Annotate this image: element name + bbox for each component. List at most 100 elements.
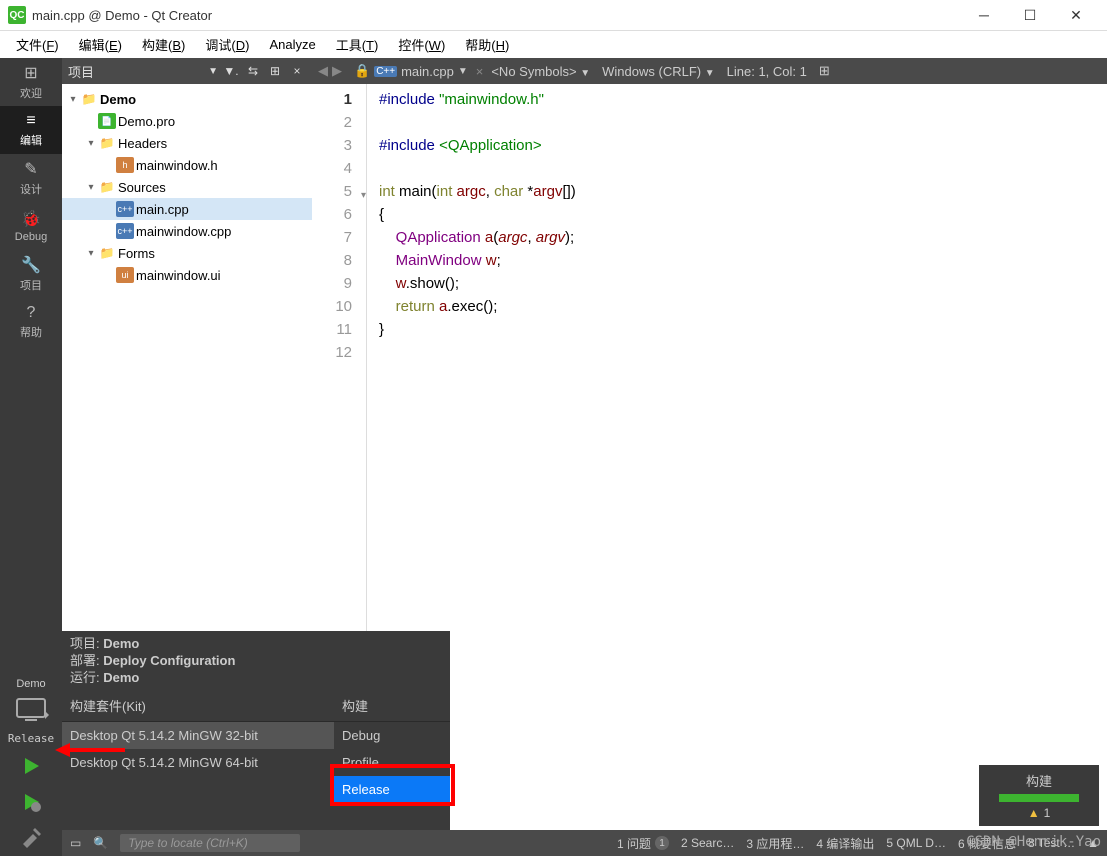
output-pane-toggle-icon[interactable]: ▭ <box>70 836 81 850</box>
editor-toolbar: ◀ ▶ 🔒 C++ main.cpp ▼ × <No Symbols> ▼ Wi… <box>312 58 1107 84</box>
subfolder-icon: 📁 <box>98 135 116 151</box>
ui-icon: ui <box>116 267 134 283</box>
dropdown-icon[interactable]: ▼ <box>208 66 218 77</box>
run-debug-button[interactable] <box>0 784 62 820</box>
title-bar: QC main.cpp @ Demo - Qt Creator ─ ☐ ✕ <box>0 0 1107 31</box>
symbols-dropdown[interactable]: <No Symbols> ▼ <box>485 64 596 79</box>
qt-logo-icon: QC <box>8 6 26 24</box>
mode-debug[interactable]: 🐞Debug <box>0 202 62 250</box>
build-progress-label: 构建 <box>999 771 1079 790</box>
status-search[interactable]: 2 Searc… <box>681 836 734 850</box>
maximize-button[interactable]: ☐ <box>1007 0 1053 31</box>
build-progress-indicator[interactable]: 构建 ▲ 1 <box>979 765 1099 826</box>
tree-item-main-cpp[interactable]: c++main.cpp <box>62 198 312 220</box>
mode-project[interactable]: 🔧项目 <box>0 250 62 298</box>
menu-tools[interactable]: 工具(T) <box>328 33 387 56</box>
tree-item-mainwindow-cpp[interactable]: c++mainwindow.cpp <box>62 220 312 242</box>
play-debug-icon <box>19 790 43 814</box>
menu-widgets[interactable]: 控件(W) <box>390 33 453 56</box>
minimize-button[interactable]: ─ <box>961 0 1007 31</box>
nav-forward-icon[interactable]: ▶ <box>332 63 342 79</box>
target-selector[interactable] <box>0 694 62 728</box>
mode-welcome[interactable]: ⊞欢迎 <box>0 58 62 106</box>
kit-build-popup: 项目: Demo 部署: Deploy Configuration 运行: De… <box>62 631 450 830</box>
tree-item-demo-pro[interactable]: 📄Demo.pro <box>62 110 312 132</box>
mode-design[interactable]: ✎设计 <box>0 154 62 202</box>
status-qml[interactable]: 5 QML D… <box>886 836 946 850</box>
h-icon: h <box>116 157 134 173</box>
filter-icon[interactable]: ▼. <box>222 64 240 78</box>
status-appoutput[interactable]: 3 应用程… <box>746 835 804 852</box>
popup-info: 项目: Demo 部署: Deploy Configuration 运行: De… <box>62 631 450 690</box>
file-dropdown-icon[interactable]: ▼ <box>458 66 468 77</box>
watermark: CSDN @Henrik-Yao <box>966 834 1101 850</box>
list-icon: ≡ <box>26 112 35 130</box>
build-button[interactable] <box>0 820 62 856</box>
warning-icon: ▲ <box>1028 806 1040 820</box>
encoding-dropdown[interactable]: Windows (CRLF) ▼ <box>596 64 721 79</box>
monitor-icon <box>13 697 49 725</box>
cursor-position: Line: 1, Col: 1 <box>721 64 813 79</box>
status-bar: ▭ 🔍 Type to locate (Ctrl+K) 1 问题1 2 Sear… <box>62 830 1107 856</box>
subfolder-icon: 📁 <box>98 179 116 195</box>
kit-empty-row <box>62 803 334 830</box>
warning-count: 1 <box>1044 806 1051 820</box>
cpp-icon: c++ <box>116 201 134 217</box>
subfolder-icon: 📁 <box>98 245 116 261</box>
grid-icon: ⊞ <box>24 63 37 83</box>
nav-back-icon[interactable]: ◀ <box>318 63 328 79</box>
locator-input[interactable]: Type to locate (Ctrl+K) <box>120 834 300 852</box>
pro-icon: 📄 <box>98 113 116 129</box>
tree-item-forms[interactable]: ▾📁Forms <box>62 242 312 264</box>
question-icon: ? <box>27 304 36 322</box>
menu-analyze[interactable]: Analyze <box>261 35 323 54</box>
progress-bar <box>999 794 1079 802</box>
menu-debug[interactable]: 调试(D) <box>197 33 257 56</box>
split-editor-icon[interactable]: ⊞ <box>813 63 836 79</box>
window-title: main.cpp @ Demo - Qt Creator <box>32 8 212 23</box>
menu-help[interactable]: 帮助(H) <box>457 33 517 56</box>
wrench-icon: 🔧 <box>21 255 41 275</box>
run-button[interactable] <box>0 748 62 784</box>
cpp-icon: c++ <box>116 223 134 239</box>
tree-item-mainwindow-h[interactable]: hmainwindow.h <box>62 154 312 176</box>
close-button[interactable]: ✕ <box>1053 0 1099 31</box>
status-compile[interactable]: 4 编译输出 <box>816 835 874 852</box>
status-issues[interactable]: 1 问题1 <box>617 835 669 852</box>
lock-icon: 🔒 <box>354 63 370 79</box>
play-icon <box>19 754 43 778</box>
hammer-icon <box>19 826 43 850</box>
tree-item-mainwindow-ui[interactable]: uimainwindow.ui <box>62 264 312 286</box>
tree-item-headers[interactable]: ▾📁Headers <box>62 132 312 154</box>
menu-file[interactable]: 文件(F) <box>8 33 67 56</box>
bug-icon: 🐞 <box>21 209 41 229</box>
tree-item-demo[interactable]: ▾📁Demo <box>62 88 312 110</box>
cpp-file-icon: C++ <box>374 66 397 77</box>
folder-icon: 📁 <box>80 91 98 107</box>
project-tree-title: 项目 <box>68 62 204 81</box>
build-header: 构建 <box>334 690 450 722</box>
pencil-icon: ✎ <box>24 159 37 179</box>
build-empty-row <box>334 803 450 830</box>
kit-empty-row <box>62 776 334 803</box>
kit-option-32bit[interactable]: Desktop Qt 5.14.2 MinGW 32-bit <box>62 722 334 749</box>
split-icon[interactable]: ⊞ <box>266 64 284 78</box>
build-option-release[interactable]: Release <box>334 776 450 803</box>
target-name: Demo <box>0 674 62 694</box>
build-config-label: Release <box>0 728 62 748</box>
project-tree-header: 项目 ▼ ▼. ⇆ ⊞ × <box>62 58 312 84</box>
sync-icon[interactable]: ⇆ <box>244 64 262 78</box>
mode-help[interactable]: ?帮助 <box>0 298 62 346</box>
menu-edit[interactable]: 编辑(E) <box>71 33 130 56</box>
kit-option-64bit[interactable]: Desktop Qt 5.14.2 MinGW 64-bit <box>62 749 334 776</box>
menu-build[interactable]: 构建(B) <box>134 33 193 56</box>
kit-header: 构建套件(Kit) <box>62 690 334 722</box>
close-panel-icon[interactable]: × <box>288 64 306 78</box>
tree-item-sources[interactable]: ▾📁Sources <box>62 176 312 198</box>
build-option-profile[interactable]: Profile <box>334 749 450 776</box>
mode-edit[interactable]: ≡编辑 <box>0 106 62 154</box>
editor-file-name[interactable]: main.cpp <box>401 64 454 79</box>
build-option-debug[interactable]: Debug <box>334 722 450 749</box>
search-icon[interactable]: 🔍 <box>93 836 108 850</box>
menu-bar: 文件(F) 编辑(E) 构建(B) 调试(D) Analyze 工具(T) 控件… <box>0 31 1107 58</box>
